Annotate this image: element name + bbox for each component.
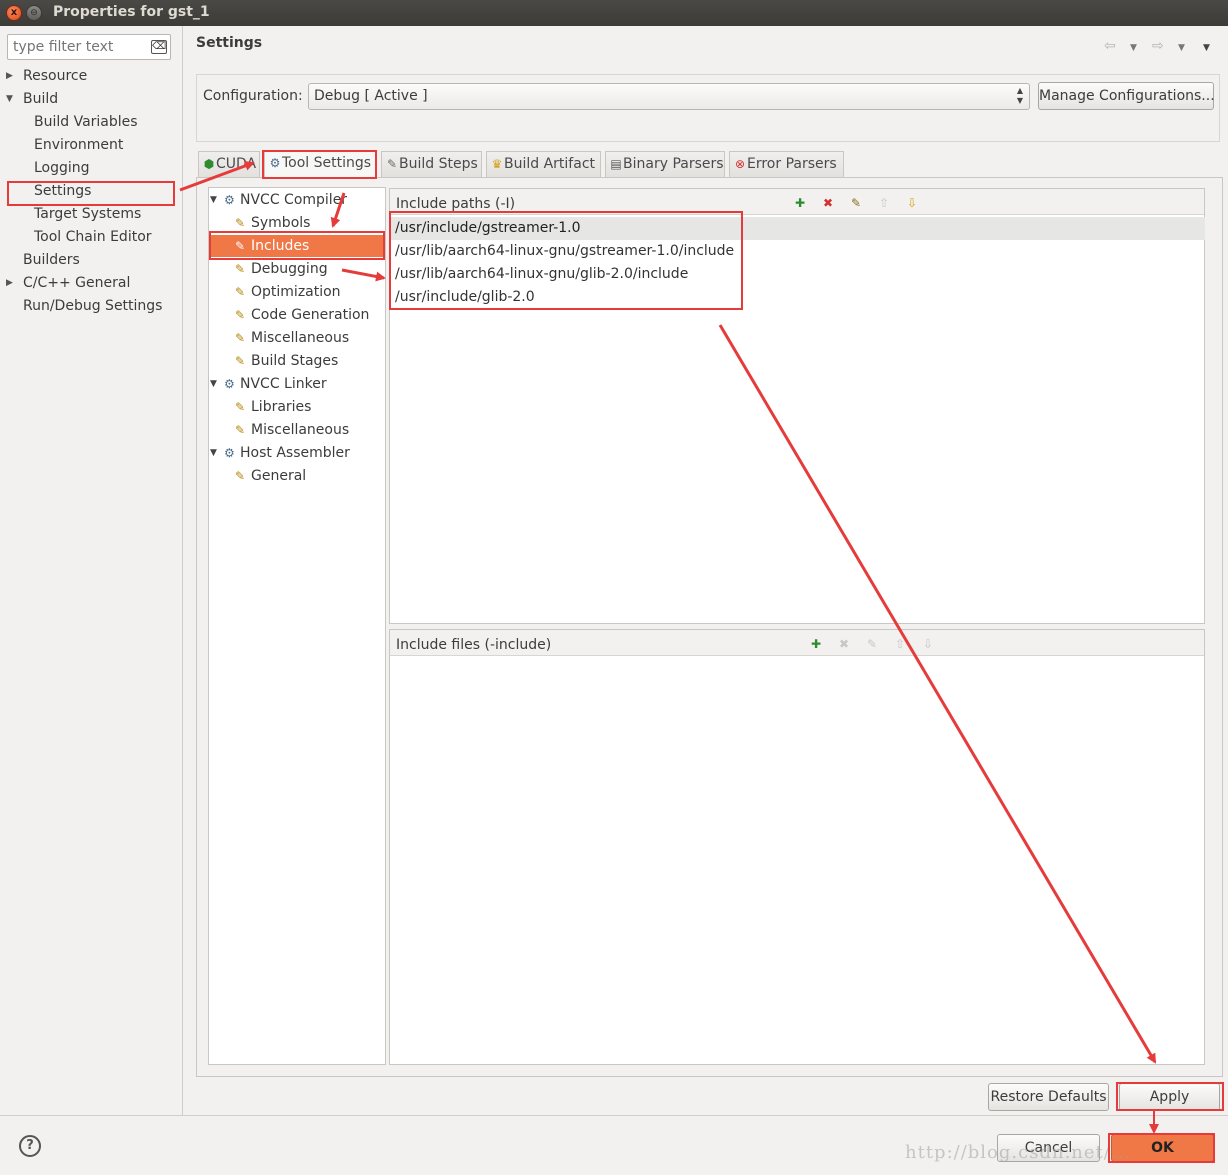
tree-item-symbols[interactable]: ✎ Symbols [235,212,310,234]
clear-filter-icon[interactable]: ⌫ [151,40,167,54]
tab-tool-settings[interactable]: ⚙ Tool Settings [264,150,377,177]
option-category-icon: ✎ [235,308,246,322]
nav-item-builders[interactable]: Builders [23,249,80,271]
tree-item-general[interactable]: ✎ General [235,465,306,487]
collapse-arrow-icon[interactable]: ▼ [210,189,217,211]
tool-icon: ⚙ [224,446,235,460]
option-category-icon: ✎ [235,239,246,253]
view-menu-chevron-icon[interactable]: ▼ [1203,43,1210,53]
include-files-panel: Include files (-include) ✚ ✖ ✎ ⇧ ⇩ [389,629,1205,1065]
expand-arrow-icon[interactable]: ▶ [6,272,16,294]
configuration-label: Configuration: [203,88,303,104]
option-category-icon: ✎ [235,469,246,483]
build-steps-icon: ✎ [386,157,398,171]
collapse-arrow-icon[interactable]: ▼ [6,88,16,110]
add-file-icon[interactable]: ✚ [808,636,824,652]
tree-item-libraries[interactable]: ✎ Libraries [235,396,311,418]
tree-item-optimization[interactable]: ✎ Optimization [235,281,341,303]
configuration-select[interactable]: Debug [ Active ] ▲ ▼ [308,83,1030,110]
collapse-arrow-icon[interactable]: ▼ [210,442,217,464]
nav-item-cpp-general[interactable]: C/C++ General [23,272,130,294]
add-path-icon[interactable]: ✚ [792,195,808,211]
delete-file-icon[interactable]: ✖ [836,636,852,652]
expand-arrow-icon[interactable]: ▶ [6,65,16,87]
edit-path-icon[interactable]: ✎ [848,195,864,211]
build-artifact-icon: ♛ [491,157,503,171]
tool-icon: ⚙ [224,193,235,207]
left-nav-panel: ⌫ [0,26,183,1115]
tab-error-parsers[interactable]: ⊗ Error Parsers [729,151,844,177]
include-path-row[interactable]: /usr/include/gstreamer-1.0 [391,217,1205,240]
close-window-icon[interactable]: x [6,5,22,21]
page-title: Settings [196,35,263,51]
filter-field[interactable]: ⌫ [7,34,171,60]
option-category-icon: ✎ [235,400,246,414]
configuration-value: Debug [ Active ] [314,88,428,104]
include-path-row[interactable]: /usr/lib/aarch64-linux-gnu/gstreamer-1.0… [391,240,734,263]
include-path-row[interactable]: /usr/lib/aarch64-linux-gnu/glib-2.0/incl… [391,263,688,286]
move-up-icon[interactable]: ⇧ [876,195,892,211]
forward-menu-chevron-icon[interactable]: ▼ [1178,43,1185,53]
window-title: Properties for gst_1 [53,4,210,20]
nav-item-resource[interactable]: Resource [23,65,87,87]
nav-item-target-systems[interactable]: Target Systems [34,203,141,225]
restore-defaults-button[interactable]: Restore Defaults [988,1083,1109,1111]
tool-settings-icon: ⚙ [269,156,281,170]
include-paths-header: Include paths (-I) ✚ ✖ ✎ ⇧ ⇩ [390,189,1204,215]
help-icon[interactable]: ? [19,1135,41,1157]
tab-binary-parsers[interactable]: ▤Binary Parsers [605,151,725,177]
option-category-icon: ✎ [235,354,246,368]
binary-parsers-icon: ▤ [610,157,622,171]
apply-button[interactable]: Apply [1119,1083,1220,1111]
include-files-header: Include files (-include) ✚ ✖ ✎ ⇧ ⇩ [390,630,1204,656]
option-category-icon: ✎ [235,262,246,276]
spinner-arrows-icon: ▲ ▼ [1016,86,1023,105]
move-down-icon[interactable]: ⇩ [920,636,936,652]
back-arrow-icon[interactable]: ⇦ [1104,38,1116,54]
tree-item-host-assembler[interactable]: ⚙ Host Assembler [224,442,350,464]
back-menu-chevron-icon[interactable]: ▼ [1130,43,1137,53]
nav-item-logging[interactable]: Logging [34,157,90,179]
tab-cuda[interactable]: ⬢ CUDA [198,151,260,177]
tree-item-nvcc-linker[interactable]: ⚙ NVCC Linker [224,373,327,395]
tab-build-steps[interactable]: ✎ Build Steps [381,151,482,177]
option-category-icon: ✎ [235,216,246,230]
tree-item-debugging[interactable]: ✎ Debugging [235,258,328,280]
tree-item-includes[interactable]: ✎ Includes [235,235,309,257]
nav-item-build[interactable]: Build [23,88,58,110]
move-up-icon[interactable]: ⇧ [892,636,908,652]
title-bar: x ⊖ Properties for gst_1 [0,0,1228,26]
option-category-icon: ✎ [235,331,246,345]
delete-path-icon[interactable]: ✖ [820,195,836,211]
tree-item-nvcc-compiler[interactable]: ⚙ NVCC Compiler [224,189,347,211]
nav-item-build-variables[interactable]: Build Variables [34,111,138,133]
cuda-icon: ⬢ [203,157,215,171]
tree-item-linker-miscellaneous[interactable]: ✎ Miscellaneous [235,419,349,441]
nav-item-tool-chain-editor[interactable]: Tool Chain Editor [34,226,152,248]
include-paths-panel: Include paths (-I) ✚ ✖ ✎ ⇧ ⇩ /usr/includ… [389,188,1205,624]
filter-input[interactable] [11,37,149,57]
error-parsers-icon: ⊗ [734,157,746,171]
tab-build-artifact[interactable]: ♛ Build Artifact [486,151,601,177]
option-category-icon: ✎ [235,285,246,299]
minimize-window-icon[interactable]: ⊖ [26,5,42,21]
watermark-text: http://blog.csdn.net/... [905,1142,1131,1163]
manage-configurations-button[interactable]: Manage Configurations... [1038,82,1215,110]
nav-item-environment[interactable]: Environment [34,134,123,156]
forward-arrow-icon[interactable]: ⇨ [1152,38,1164,54]
include-path-row[interactable]: /usr/include/glib-2.0 [391,286,535,309]
nav-item-run-debug-settings[interactable]: Run/Debug Settings [23,295,162,317]
collapse-arrow-icon[interactable]: ▼ [210,373,217,395]
move-down-icon[interactable]: ⇩ [904,195,920,211]
tree-item-build-stages[interactable]: ✎ Build Stages [235,350,338,372]
tool-icon: ⚙ [224,377,235,391]
edit-file-icon[interactable]: ✎ [864,636,880,652]
option-category-icon: ✎ [235,423,246,437]
tree-item-code-generation[interactable]: ✎ Code Generation [235,304,369,326]
tree-item-miscellaneous[interactable]: ✎ Miscellaneous [235,327,349,349]
nav-item-settings[interactable]: Settings [34,180,91,202]
